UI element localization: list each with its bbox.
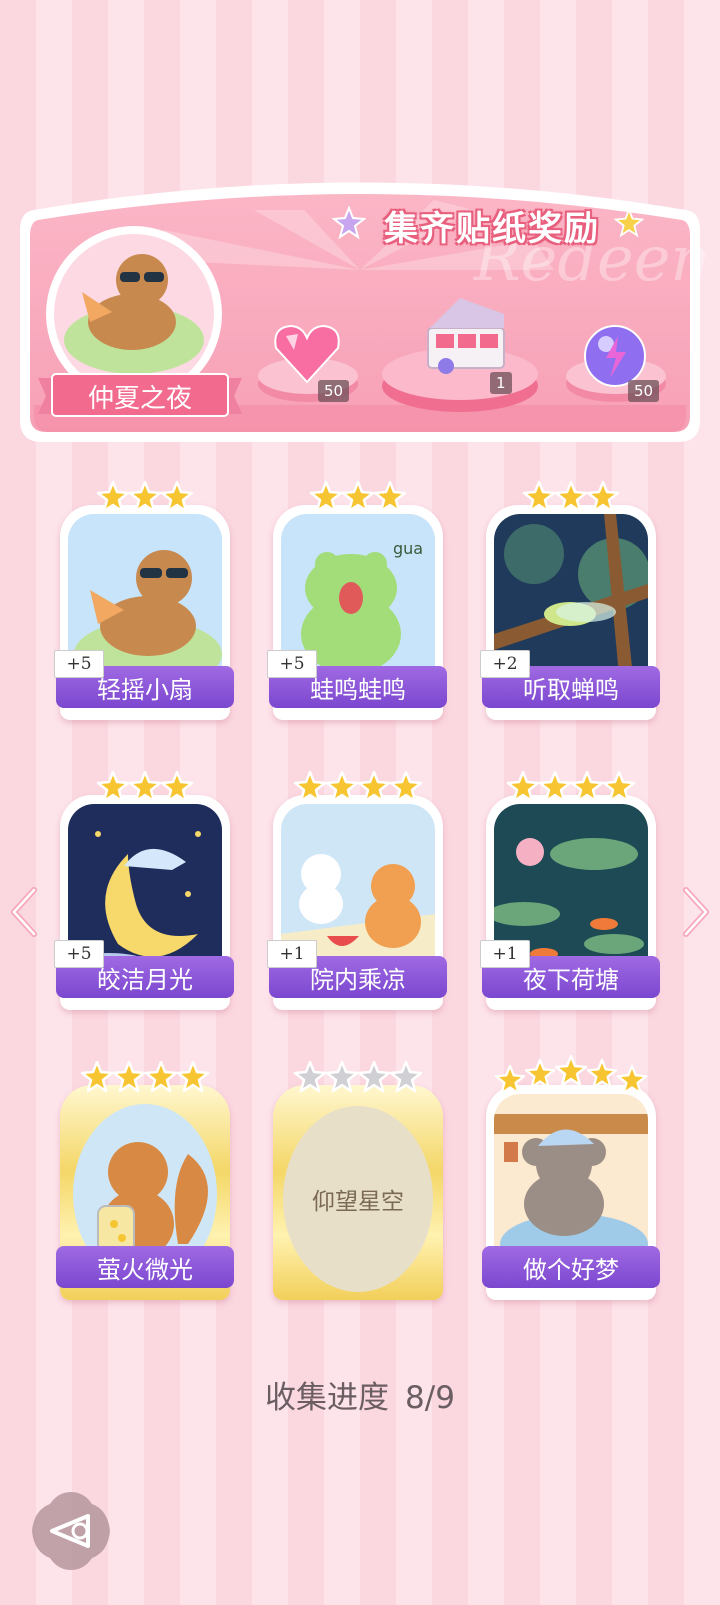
star-icon-silver (357, 1060, 391, 1094)
sticker-card-locked[interactable]: 仰望星空 (273, 1060, 443, 1300)
star-icon (160, 480, 194, 514)
star-icon (144, 1060, 178, 1094)
sticker-card[interactable]: 院内乘凉 +1 (267, 770, 447, 1010)
star-icon (128, 480, 162, 514)
star-icon (602, 770, 636, 804)
star-icon (96, 770, 130, 804)
star-icon (538, 770, 572, 804)
star-rating (60, 770, 230, 810)
star-rating (273, 1060, 443, 1100)
sticker-bonus: +2 (480, 650, 530, 678)
collection-progress: 收集进度 8/9 (0, 1372, 720, 1417)
star-icon (176, 1060, 210, 1094)
star-rating (60, 480, 230, 520)
sticker-card[interactable]: 做个好梦 (482, 1060, 660, 1300)
star-icon (494, 1064, 526, 1096)
star-icon (586, 1058, 618, 1090)
star-icon-silver (293, 1060, 327, 1094)
star-icon (554, 1054, 588, 1088)
frog-sound-text: gua (393, 539, 423, 558)
sticker-name: 做个好梦 (482, 1246, 660, 1288)
next-page-arrow-icon[interactable] (676, 882, 716, 942)
pink-heart-gem-icon[interactable] (272, 320, 342, 386)
sticker-bonus: +5 (54, 650, 104, 678)
star-icon (160, 770, 194, 804)
star-rating (273, 480, 443, 520)
locked-sticker-name: 仰望星空 (283, 1106, 433, 1292)
star-rating (486, 1054, 656, 1094)
star-icon (112, 1060, 146, 1094)
sticker-art-squirrel-firefly (73, 1104, 217, 1266)
progress-value: 8/9 (405, 1380, 455, 1416)
star-rating (60, 1060, 230, 1100)
banner-title: 集齐贴纸奖励 (384, 208, 600, 249)
star-icon (570, 770, 604, 804)
sticker-art-koala-sleep (494, 1094, 648, 1266)
sticker-bonus: +1 (267, 940, 317, 968)
purple-energy-orb-icon[interactable] (580, 322, 650, 388)
event-name: 仲夏之夜 (87, 383, 192, 414)
back-button[interactable] (30, 1490, 112, 1572)
star-icon (506, 770, 540, 804)
star-icon-silver (389, 1060, 423, 1094)
prev-page-arrow-icon[interactable] (4, 882, 44, 942)
star-icon (325, 770, 359, 804)
star-icon (341, 480, 375, 514)
sticker-card[interactable]: 夜下荷塘 +1 (480, 770, 660, 1010)
star-icon (616, 1064, 648, 1096)
star-icon (309, 480, 343, 514)
sticker-card[interactable]: 萤火微光 (56, 1060, 234, 1300)
reward-count: 1 (490, 372, 512, 394)
star-rating (486, 480, 656, 520)
star-icon-silver (325, 1060, 359, 1094)
sticker-bonus: +5 (54, 940, 104, 968)
sticker-card[interactable]: 轻摇小扇 +5 (54, 480, 234, 720)
progress-label: 收集进度 (265, 1380, 390, 1416)
star-icon (524, 1058, 556, 1090)
star-icon (389, 770, 423, 804)
reward-count: 50 (318, 380, 350, 402)
star-icon (80, 1060, 114, 1094)
star-icon (522, 480, 556, 514)
sticker-bonus: +1 (480, 940, 530, 968)
banner-star-icon (332, 206, 366, 240)
star-icon (128, 770, 162, 804)
sticker-card[interactable]: gua 蛙鸣蛙鸣 +5 (267, 480, 447, 720)
sticker-card[interactable]: 听取蝉鸣 +2 (480, 480, 660, 720)
gift-box-icon[interactable] (420, 294, 512, 378)
star-icon (373, 480, 407, 514)
reward-count: 50 (628, 380, 660, 402)
star-icon (293, 770, 327, 804)
star-icon (96, 480, 130, 514)
sticker-card[interactable]: 皎洁月光 +5 (54, 770, 234, 1010)
star-rating (273, 770, 443, 810)
banner-star-icon (614, 208, 644, 238)
star-icon (357, 770, 391, 804)
star-icon (586, 480, 620, 514)
sticker-name: 萤火微光 (56, 1246, 234, 1288)
star-icon (554, 480, 588, 514)
sticker-bonus: +5 (267, 650, 317, 678)
star-rating (486, 770, 656, 810)
